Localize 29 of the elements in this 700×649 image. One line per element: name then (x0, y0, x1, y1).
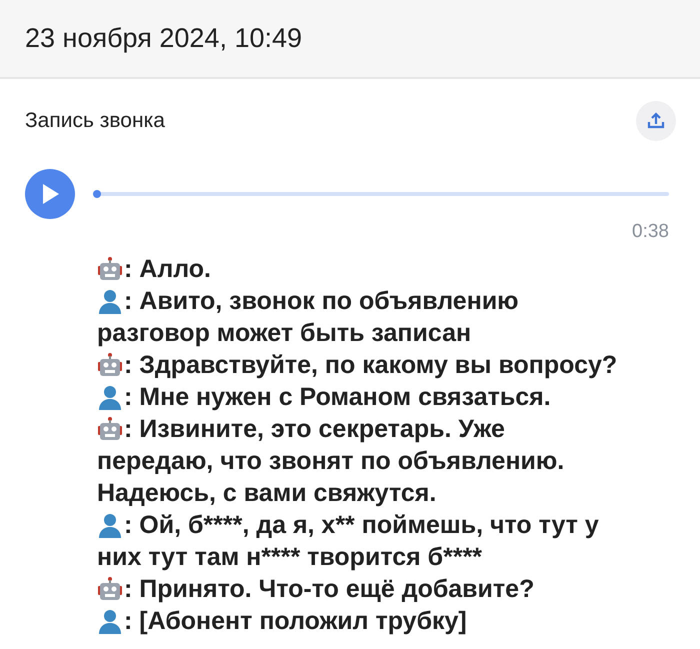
message-line: : Ой, б****, да я, х** поймешь, что тут у (124, 510, 599, 541)
person-silhouette-icon (97, 512, 123, 538)
robot-icon (97, 576, 123, 602)
person-silhouette-icon (97, 288, 123, 314)
recording-title: Запись звонка (25, 109, 165, 133)
message-line: : Алло. (124, 254, 211, 285)
message-line: : Авито, звонок по объявлению (124, 286, 519, 317)
message-line: : Здравствуйте, по какому вы вопросу? (124, 350, 618, 381)
person-silhouette-icon (97, 608, 123, 634)
message-line: разговор может быть записан (97, 318, 472, 349)
person-silhouette-icon (97, 384, 123, 410)
play-button[interactable] (25, 169, 75, 219)
message-line: Надеюсь, с вами свяжутся. (97, 478, 436, 509)
duration-label: 0:38 (632, 221, 669, 242)
message-line: : Принято. Что-то ещё добавите? (124, 574, 534, 605)
progress-thumb[interactable] (93, 190, 101, 198)
share-button[interactable] (636, 101, 676, 141)
message-line: : Извините, это секретарь. Уже (124, 414, 505, 445)
share-icon (646, 111, 666, 131)
robot-icon (97, 416, 123, 442)
robot-icon (97, 352, 123, 378)
message-line: передаю, что звонят по объявлению. (97, 446, 564, 477)
message-line: : Мне нужен с Романом связаться. (124, 382, 551, 413)
message-line: : [Абонент положил трубку] (124, 606, 467, 637)
call-date: 23 ноября 2024, 10:49 (25, 23, 302, 54)
play-icon (40, 183, 60, 205)
progress-track[interactable] (95, 192, 669, 196)
message-line: них тут там н**** творится б**** (97, 542, 482, 573)
robot-icon (97, 256, 123, 282)
